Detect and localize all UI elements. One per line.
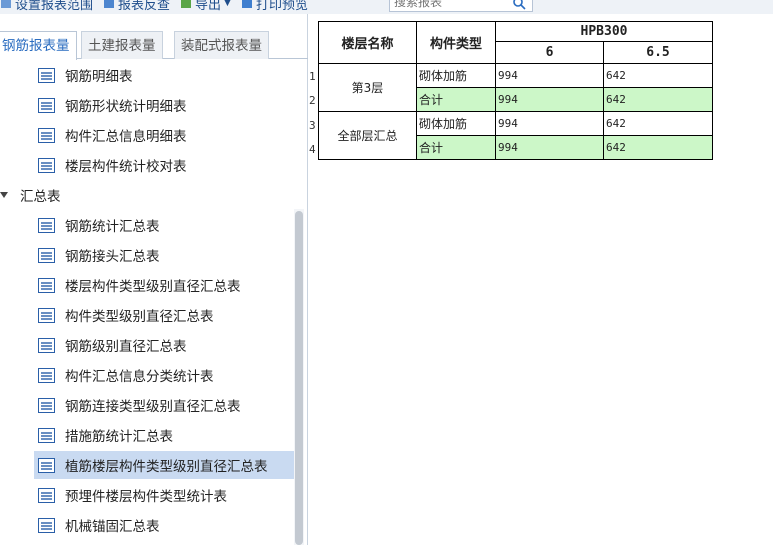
row-number: 4 [309, 143, 316, 156]
tree-item-floor-type-grade-diameter[interactable]: 楼层构件类型级别直径汇总表 [38, 271, 241, 299]
report-tree: 钢筋明细表 钢筋形状统计明细表 构件汇总信息明细表 楼层构件统计校对表 汇总表 … [0, 61, 300, 545]
set-range-button[interactable]: 设置报表范围 [0, 0, 93, 13]
tree-item-label: 钢筋统计汇总表 [65, 219, 160, 235]
tree-item-mechanical-anchor-summary[interactable]: 机械锚固汇总表 [38, 511, 160, 539]
export-label: 导出 [195, 0, 222, 13]
tree-item-grade-diameter[interactable]: 钢筋级别直径汇总表 [38, 331, 187, 359]
report-doc-icon [38, 457, 55, 473]
report-doc-icon [38, 97, 55, 113]
cell-type: 砌体加筋 [416, 63, 496, 88]
tree-item-label: 措施筋统计汇总表 [65, 429, 173, 445]
cell-floor: 第3层 [318, 63, 417, 112]
tree-item-component-category-stat[interactable]: 构件汇总信息分类统计表 [38, 361, 214, 389]
tree-item-rebar-detail[interactable]: 钢筋明细表 [38, 61, 133, 89]
tree-item-measure-rebar-summary[interactable]: 措施筋统计汇总表 [38, 421, 173, 449]
report-doc-icon [38, 517, 55, 533]
report-doc-icon [38, 367, 55, 383]
header-steel-grade: HPB300 [495, 21, 713, 42]
report-reverse-button[interactable]: 报表反查 [103, 0, 170, 13]
cell-type: 砌体加筋 [416, 111, 496, 136]
tree-item-label: 预埋件楼层构件类型统计表 [65, 489, 227, 505]
tree-item-label: 钢筋连接类型级别直径汇总表 [65, 399, 241, 415]
tree-group-label: 汇总表 [20, 189, 61, 205]
cell-value: 642 [603, 135, 713, 160]
report-doc-icon [38, 217, 55, 233]
tree-item-connection-type-summary[interactable]: 钢筋连接类型级别直径汇总表 [38, 391, 241, 419]
search-icon[interactable] [512, 0, 526, 10]
tree-item-type-grade-diameter[interactable]: 构件类型级别直径汇总表 [38, 301, 214, 329]
tree-item-label: 楼层构件统计校对表 [65, 159, 187, 175]
cell-type: 合计 [416, 87, 496, 112]
report-doc-icon [38, 127, 55, 143]
tree-item-label: 楼层构件类型级别直径汇总表 [65, 279, 241, 295]
tab-prefab-report[interactable]: 装配式报表量 [174, 31, 269, 59]
cell-type: 合计 [416, 135, 496, 160]
report-table: 楼层名称 构件类型 HPB300 6 6.5 第3层 砌体加筋 994 642 … [318, 21, 713, 160]
tab-civil-report[interactable]: 土建报表量 [81, 31, 163, 59]
tree-item-label: 植筋楼层构件类型级别直径汇总表 [65, 459, 268, 475]
cell-value: 994 [495, 135, 604, 160]
cell-value: 642 [603, 63, 713, 88]
header-floor-name: 楼层名称 [318, 21, 417, 64]
tree-item-rebar-stat-summary[interactable]: 钢筋统计汇总表 [38, 211, 160, 239]
tree-item-label: 钢筋级别直径汇总表 [65, 339, 187, 355]
report-doc-icon [38, 67, 55, 83]
report-nav-panel: 钢筋报表量 土建报表量 装配式报表量 钢筋明细表 钢筋形状统计明细表 构件汇总信… [0, 14, 308, 545]
report-doc-icon [38, 277, 55, 293]
range-icon [1, 0, 11, 8]
header-diameter: 6.5 [603, 41, 713, 64]
tree-item-floor-check[interactable]: 楼层构件统计校对表 [38, 151, 187, 179]
tab-rebar-report[interactable]: 钢筋报表量 [0, 31, 77, 60]
header-diameter: 6 [495, 41, 604, 64]
header-component-type: 构件类型 [416, 21, 496, 64]
report-doc-icon [38, 487, 55, 503]
tree-item-embedded-part-stat[interactable]: 预埋件楼层构件类型统计表 [38, 481, 227, 509]
cell-value: 642 [603, 87, 713, 112]
tree-item-label: 构件汇总信息分类统计表 [65, 369, 214, 385]
export-icon [181, 0, 192, 8]
tree-item-rebar-shape[interactable]: 钢筋形状统计明细表 [38, 91, 187, 119]
row-number: 1 [309, 70, 316, 83]
tree-item-component-summary-detail[interactable]: 构件汇总信息明细表 [38, 121, 187, 149]
tree-group-summary[interactable]: 汇总表 [0, 181, 61, 209]
cell-value: 994 [495, 111, 604, 136]
tree-item-label: 构件汇总信息明细表 [65, 129, 187, 145]
report-doc-icon [38, 157, 55, 173]
report-doc-icon [38, 307, 55, 323]
tree-item-label: 钢筋明细表 [65, 69, 133, 85]
row-number: 2 [309, 94, 316, 107]
toolbar: 设置报表范围 报表反查 导出 ▼ 打印预览 [0, 0, 773, 14]
print-preview-button[interactable]: 打印预览 [241, 0, 308, 13]
chevron-down-icon: ▼ [224, 0, 231, 8]
report-tabs: 钢筋报表量 土建报表量 装配式报表量 [0, 29, 308, 60]
tree-item-label: 机械锚固汇总表 [65, 519, 160, 535]
tree-scrollbar-thumb[interactable] [295, 211, 303, 545]
tree-item-label: 构件类型级别直径汇总表 [65, 309, 214, 325]
tree-item-label: 钢筋形状统计明细表 [65, 99, 187, 115]
print-preview-icon [241, 0, 252, 8]
report-doc-icon [38, 247, 55, 263]
expand-arrow-icon[interactable] [0, 192, 8, 198]
print-preview-label: 打印预览 [255, 0, 308, 13]
cell-value: 994 [495, 63, 604, 88]
report-doc-icon [38, 397, 55, 413]
table-row[interactable]: 第3层 砌体加筋 994 642 [318, 63, 713, 112]
set-range-label: 设置报表范围 [15, 0, 94, 13]
reverse-lookup-icon [104, 0, 115, 8]
table-row[interactable]: 全部层汇总 砌体加筋 994 642 [318, 111, 713, 160]
row-number: 3 [309, 119, 316, 132]
report-doc-icon [38, 337, 55, 353]
cell-floor: 全部层汇总 [318, 111, 417, 160]
tree-item-rebar-joint-summary[interactable]: 钢筋接头汇总表 [38, 241, 160, 269]
tree-item-planted-rebar-summary[interactable]: 植筋楼层构件类型级别直径汇总表 [34, 451, 294, 479]
tree-item-label: 钢筋接头汇总表 [65, 249, 160, 265]
report-doc-icon [38, 427, 55, 443]
export-button[interactable]: 导出 ▼ [180, 0, 231, 13]
report-reverse-label: 报表反查 [118, 0, 171, 13]
cell-value: 994 [495, 87, 604, 112]
cell-value: 642 [603, 111, 713, 136]
